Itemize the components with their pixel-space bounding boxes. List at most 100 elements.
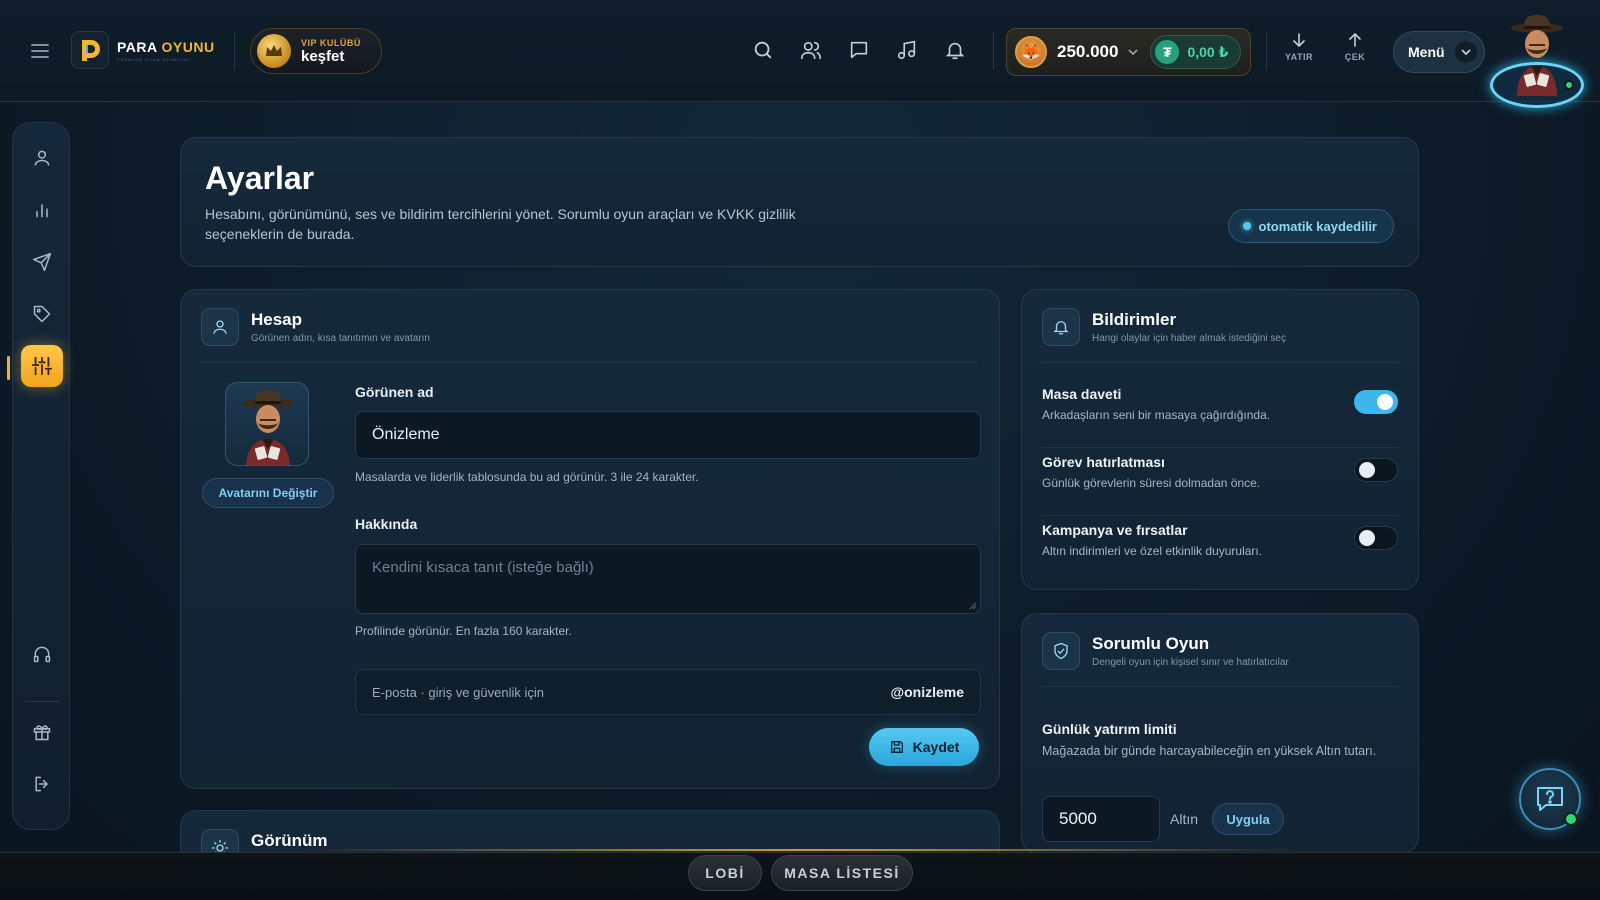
notification-row-campaigns: Kampanya ve fırsatlar Altın indirimleri … [1042,512,1398,578]
arrow-up-icon [1349,32,1361,47]
bell-icon [1042,308,1080,346]
top-nav-icons [750,36,968,64]
sidebar-divider [25,701,59,702]
notification-row-task-reminder: Görev hatırlatması Günlük görevlerin sür… [1042,444,1398,510]
display-name-hint: Masalarda ve liderlik tablosunda bu ad g… [355,470,699,484]
account-header: Hesap Görünen adın, kısa tanıtımın ve av… [201,308,430,346]
section-title: Görünüm [251,831,328,850]
vip-cta: keşfet [301,47,345,65]
deposit-label: YATIR [1284,52,1313,62]
cowboy-avatar-icon [242,390,294,465]
notifications-card: Bildirimler Hangi olaylar için haber alm… [1021,289,1419,590]
page-description: Hesabını, görünümünü, ses ve bildirim te… [205,206,796,242]
deposit-button[interactable]: YATIR [1277,32,1321,62]
sidebar-item-stats[interactable] [21,189,63,231]
withdraw-label: ÇEK [1344,52,1366,62]
sidebar-item-offers[interactable] [21,293,63,335]
vip-label: VIP KULÜBÜ [301,37,361,48]
campaigns-toggle[interactable] [1354,526,1398,550]
section-subtitle: Dengeli oyun için kişisel sınır ve hatır… [1092,657,1289,668]
brand-logo[interactable]: PARA OYUNU PREMIUM OYUN DENEYİMİ [71,31,215,69]
crown-icon [257,34,291,68]
limit-unit: Altın [1170,811,1199,827]
save-button[interactable]: Kaydet [869,728,979,766]
about-placeholder: Kendini kısaca tanıt (isteğe bağlı) [372,559,594,576]
avatar-preview [225,382,309,466]
chevron-down-icon [1454,41,1477,63]
sidebar-item-support[interactable] [21,633,63,675]
divider [201,362,979,363]
chat-icon[interactable] [846,36,872,64]
sidebar-item-settings[interactable] [21,345,63,387]
tether-icon: ₮ [1155,40,1180,64]
change-avatar-button[interactable]: Avatarını Değiştir [202,478,334,508]
left-sidebar [12,122,70,830]
about-hint: Profilinde görünür. En fazla 160 karakte… [355,624,572,638]
wallet-balance[interactable]: 🦊 250.000 ₮ 0,00 ₺ [1006,28,1251,76]
sidebar-item-profile[interactable] [21,137,63,179]
resize-handle-icon[interactable] [969,602,977,610]
divider [993,32,994,70]
notification-desc: Arkadaşların seni bir masaya çağırdığınd… [1042,408,1271,422]
help-chat-icon [1537,787,1563,811]
main-menu-button[interactable]: Menü [1393,31,1485,73]
page-title: Ayarlar [205,160,315,196]
support-online-dot [1564,812,1578,826]
send-icon [32,252,52,272]
divider [1042,686,1398,687]
sidebar-item-gifts[interactable] [21,711,63,753]
bell-icon[interactable] [942,36,968,64]
section-title: Bildirimler [1092,310,1177,329]
toggle-knob [1359,530,1375,546]
user-icon [34,150,50,166]
save-icon [890,741,903,753]
autosave-dot [1242,222,1251,230]
table-list-tab[interactable]: MASA LİSTESİ [771,855,913,891]
vip-club-button[interactable]: VIP KULÜBÜ keşfet [250,28,382,74]
logout-icon [35,776,49,792]
email-row: E-posta · giriş ve güvenlik için @onizle… [355,669,981,715]
sidebar-item-logout[interactable] [21,763,63,805]
notification-title: Görev hatırlatması [1042,454,1165,470]
sidebar-item-send[interactable] [21,241,63,283]
section-title: Sorumlu Oyun [1092,634,1210,653]
notification-title: Kampanya ve fırsatlar [1042,522,1188,538]
profile-avatar[interactable] [1490,14,1584,108]
hamburger-menu-icon[interactable] [22,36,58,66]
bar-chart-icon [36,204,48,218]
arrow-down-icon [1293,33,1305,48]
search-icon[interactable] [750,36,776,64]
about-label: Hakkında [355,516,418,532]
task-reminder-toggle[interactable] [1354,458,1398,482]
bottom-glow-line [300,849,1300,851]
menu-label: Menü [1408,44,1445,60]
divider [1042,362,1398,363]
brand-name: PARA OYUNU [117,38,215,55]
autosave-badge: otomatik kaydedilir [1227,209,1394,243]
logo-mark-icon [71,31,109,69]
shield-icon [1042,632,1080,670]
display-name-input[interactable]: Önizleme [355,411,981,459]
section-subtitle: Görünen adın, kısa tanıtımın ve avatarın [251,333,430,344]
user-handle: @onizleme [890,684,964,700]
notification-row-table-invite: Masa daveti Arkadaşların seni bir masaya… [1042,376,1398,442]
settings-header-card: Ayarlar Hesabını, görünümünü, ses ve bil… [180,137,1419,267]
notification-desc: Günlük görevlerin süresi dolmadan önce. [1042,476,1261,490]
music-icon[interactable] [894,36,920,64]
apply-limit-button[interactable]: Uygula [1212,803,1284,835]
user-icon [201,308,239,346]
about-textarea[interactable]: Kendini kısaca tanıt (isteğe bağlı) [355,544,981,614]
withdraw-button[interactable]: ÇEK [1333,32,1377,62]
brand-tagline: PREMIUM OYUN DENEYİMİ [117,56,191,62]
autosave-label: otomatik kaydedilir [1258,218,1377,234]
chevron-down-icon[interactable] [1128,49,1139,55]
usdt-balance[interactable]: ₮ 0,00 ₺ [1150,35,1242,69]
toggle-knob [1359,462,1375,478]
table-invite-toggle[interactable] [1354,390,1398,414]
deposit-limit-label: Günlük yatırım limiti [1042,721,1177,737]
divider [234,32,235,70]
lobby-tab[interactable]: LOBİ [688,855,762,891]
friends-icon[interactable] [798,36,824,64]
gold-coin-icon: 🦊 [1015,36,1047,68]
deposit-limit-input[interactable]: 5000 [1042,796,1160,842]
